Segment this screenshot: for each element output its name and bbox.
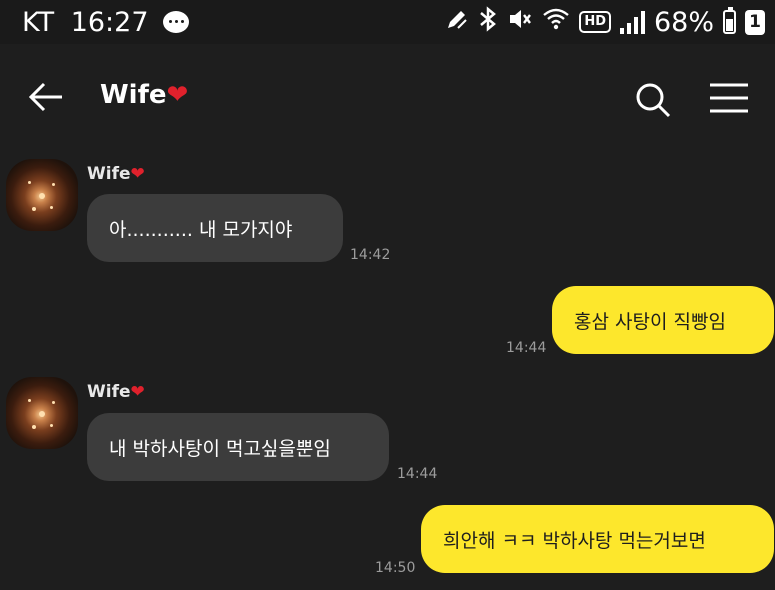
wifi-icon <box>542 7 570 38</box>
sender-name: Wife❤ <box>87 164 145 184</box>
sender-label: Wife <box>87 382 131 402</box>
carrier-label: KT <box>22 7 55 38</box>
outgoing-message-bubble[interactable]: 희안해 ㅋㅋ 박하사탕 먹는거보면 <box>421 505 774 573</box>
signal-icon <box>619 10 645 34</box>
chat-title: Wife❤ <box>100 80 188 110</box>
pen-icon <box>445 7 469 38</box>
avatar[interactable] <box>6 377 78 449</box>
avatar[interactable] <box>6 159 78 231</box>
sender-name: Wife❤ <box>87 382 145 402</box>
message-text: 홍삼 사탕이 직빵임 <box>574 310 726 333</box>
hd-badge: HD <box>579 11 611 33</box>
mute-icon <box>507 7 533 38</box>
heart-icon: ❤ <box>166 80 189 110</box>
incoming-message-bubble[interactable]: 아........... 내 모가지야 <box>87 194 343 262</box>
search-icon[interactable] <box>633 80 673 120</box>
status-left: KT 16:27 <box>22 7 190 38</box>
message-text: 아........... 내 모가지야 <box>109 218 293 241</box>
message-timestamp: 14:50 <box>375 560 416 576</box>
status-right: HD 68% 1 <box>445 5 765 39</box>
message-text: 희안해 ㅋㅋ 박하사탕 먹는거보면 <box>443 529 706 552</box>
battery-icon <box>723 7 736 34</box>
battery-percent: 68% <box>653 6 714 38</box>
message-timestamp: 14:42 <box>350 247 391 263</box>
heart-icon: ❤ <box>130 164 145 184</box>
incoming-message-bubble[interactable]: 내 박하사탕이 먹고싶을뿐임 <box>87 413 389 481</box>
message-text: 내 박하사탕이 먹고싶을뿐임 <box>109 437 331 460</box>
heart-icon: ❤ <box>130 382 145 402</box>
sender-label: Wife <box>87 164 131 184</box>
chat-icon <box>163 11 190 33</box>
message-timestamp: 14:44 <box>506 340 547 356</box>
message-timestamp: 14:44 <box>397 466 438 482</box>
status-bar: KT 16:27 HD 68% 1 <box>0 0 775 44</box>
contact-name: Wife <box>100 80 167 110</box>
outgoing-message-bubble[interactable]: 홍삼 사탕이 직빵임 <box>552 286 774 354</box>
back-arrow-icon[interactable] <box>28 82 64 112</box>
menu-icon[interactable] <box>709 82 749 114</box>
chat-header: Wife❤ <box>0 44 775 154</box>
bluetooth-icon <box>478 5 498 39</box>
sim-badge: 1 <box>745 9 765 35</box>
clock: 16:27 <box>70 7 149 38</box>
